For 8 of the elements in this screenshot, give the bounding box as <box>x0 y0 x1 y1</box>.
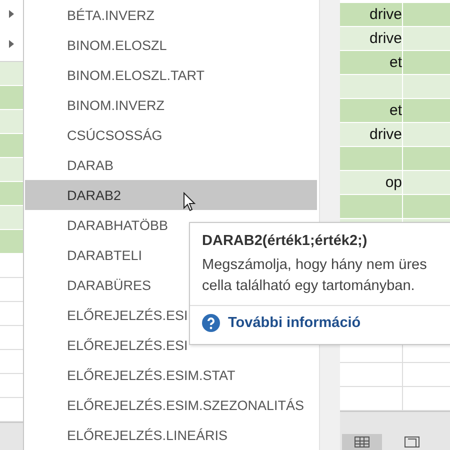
table-cell: drive <box>340 3 403 26</box>
table-cell: op <box>340 171 403 194</box>
function-description: Megszámolja, hogy hány nem üres cella található egy tartományban. <box>190 255 450 306</box>
table-cell: et <box>340 51 403 74</box>
table-cell: drive <box>340 123 403 146</box>
function-signature: DARAB2(érték1;érték2;) <box>201 232 368 251</box>
table-cell: et <box>340 99 403 122</box>
table-cell: drive <box>340 27 403 50</box>
